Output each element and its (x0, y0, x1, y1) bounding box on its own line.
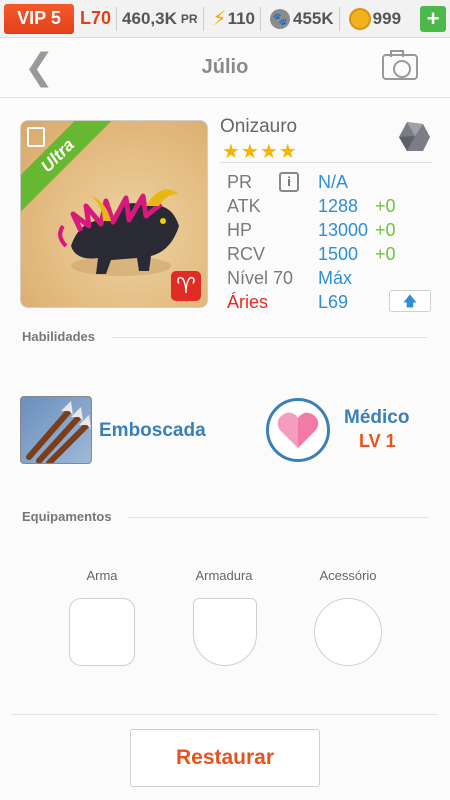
divider (202, 6, 204, 31)
pr-stat-label: PR (227, 172, 253, 192)
monster-portrait[interactable]: Ultra ♈ (20, 120, 208, 308)
abilities-section-title: Habilidades (22, 329, 95, 344)
player-level: L70 (80, 8, 112, 28)
camera-icon[interactable] (382, 50, 418, 80)
weapon-label: Arma (86, 568, 118, 583)
atk-stat-value: 1288 (318, 196, 359, 216)
document-icon (27, 127, 45, 147)
monster-image (58, 189, 179, 276)
level-stat-label: Nível 70 (227, 268, 294, 288)
star-rating: ★★★★ (222, 141, 298, 163)
divider (128, 517, 428, 518)
rcv-stat-label: RCV (227, 244, 266, 264)
upgrade-arrow-button[interactable]: 🡅 (389, 290, 431, 312)
leader-skill-name[interactable]: Médico (344, 407, 409, 429)
rcv-stat-value: 1500 (318, 244, 359, 264)
heart-icon (277, 412, 319, 448)
atk-stat-bonus: +0 (375, 196, 396, 216)
pr-resource: 460,3K PR (122, 9, 198, 29)
armor-slot[interactable] (193, 598, 257, 666)
coin-value: 999 (372, 8, 402, 28)
accessory-label: Acessório (319, 568, 377, 583)
vip-badge[interactable]: VIP 5 (4, 3, 74, 34)
monster-name: Onizauro (220, 116, 298, 137)
divider (116, 6, 118, 31)
paw-value: 455K (293, 8, 334, 28)
info-icon[interactable]: i (279, 172, 299, 192)
pr-stat-value: N/A (318, 172, 349, 192)
stamina-resource: ⚡ 110 (209, 6, 255, 31)
restore-button[interactable]: Restaurar (130, 729, 320, 787)
lightning-icon: ⚡ (212, 8, 227, 30)
divider (338, 6, 340, 31)
add-currency-button[interactable]: + (420, 6, 446, 32)
arrows-icon (26, 401, 91, 463)
stamina-value: 110 (227, 8, 256, 28)
divider (260, 6, 262, 31)
weapon-slot[interactable] (69, 598, 135, 666)
divider (112, 337, 428, 338)
skill-icon[interactable] (20, 396, 92, 464)
element-gem-icon (399, 122, 430, 151)
atk-stat-label: ATK (227, 196, 261, 216)
rcv-stat-bonus: +0 (375, 244, 396, 264)
sign-stat-label: Áries (227, 292, 269, 312)
gold-coin-icon (348, 7, 371, 30)
leader-skill-icon[interactable] (266, 398, 330, 462)
equipment-section-title: Equipamentos (22, 509, 112, 524)
paw-icon: 🐾 (270, 8, 291, 29)
divider (12, 714, 438, 715)
hp-stat-bonus: +0 (375, 220, 396, 240)
armor-label: Armadura (195, 568, 253, 583)
sign-stat-value: L69 (318, 292, 349, 312)
divider (220, 162, 432, 163)
level-stat-value: Máx (318, 268, 353, 288)
hp-stat-label: HP (227, 220, 253, 240)
status-bar: VIP 5 L70 460,3K PR ⚡ 110 🐾 455K 999 + (0, 0, 450, 38)
aries-icon: ♈ (171, 271, 201, 301)
page-header: ❮ Júlio (0, 38, 450, 98)
leader-skill-level: LV 1 (359, 431, 396, 451)
paw-resource: 🐾 455K (266, 8, 334, 29)
accessory-slot[interactable] (314, 598, 382, 666)
skill-name[interactable]: Emboscada (99, 420, 206, 442)
coin-resource: 999 (345, 7, 402, 30)
pr-value: 460,3K (122, 8, 177, 28)
pr-label: PR (180, 11, 198, 26)
hp-stat-value: 13000 (318, 220, 369, 240)
